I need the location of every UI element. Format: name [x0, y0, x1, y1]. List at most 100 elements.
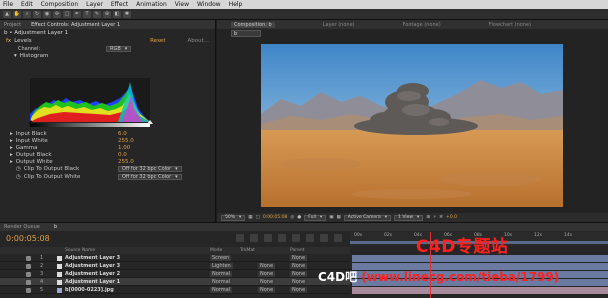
- brush-tool-icon[interactable]: ✎: [93, 10, 101, 18]
- tab-layer[interactable]: Layer (none): [323, 22, 355, 28]
- about-link[interactable]: About...: [187, 38, 209, 44]
- grid-icon[interactable]: ▦: [248, 215, 252, 220]
- visibility-icon[interactable]: [26, 263, 31, 269]
- channel-icon[interactable]: ●: [297, 215, 301, 220]
- parent-header[interactable]: Parent: [290, 248, 304, 253]
- clone-tool-icon[interactable]: ⊕: [103, 10, 111, 18]
- menu-animation[interactable]: Animation: [136, 1, 167, 8]
- param-value[interactable]: 6.0: [118, 131, 127, 137]
- channel-select[interactable]: RGB ▾: [106, 45, 132, 52]
- parent-select[interactable]: None: [290, 279, 308, 285]
- layer-row[interactable]: 4 Adjustment Layer 1 Normal None None: [0, 278, 350, 286]
- flowchart-icon[interactable]: ⊞: [426, 215, 430, 220]
- transparency-icon[interactable]: ▩: [337, 215, 341, 220]
- layer-row[interactable]: 5 b[0000-0223].jpg Normal None None: [0, 286, 350, 294]
- layer-name[interactable]: Adjustment Layer 1: [65, 279, 120, 285]
- layer-duration-bar[interactable]: [352, 287, 608, 294]
- trkmat-select[interactable]: None: [258, 287, 276, 293]
- param-value[interactable]: 1.00: [118, 145, 130, 151]
- source-name-header[interactable]: Source Name: [65, 248, 95, 253]
- menu-effect[interactable]: Effect: [111, 1, 128, 8]
- blend-mode-select[interactable]: Normal: [210, 287, 233, 293]
- histogram-expand-icon[interactable]: ▾: [14, 53, 17, 59]
- fast-preview-icon[interactable]: ⚡: [433, 215, 436, 220]
- draft-3d-icon[interactable]: [250, 234, 258, 242]
- text-tool-icon[interactable]: T: [83, 10, 91, 18]
- brainstorm-icon[interactable]: [306, 234, 314, 242]
- parent-select[interactable]: None: [290, 255, 308, 261]
- layer-row[interactable]: 1 Adjustment Layer 3 Screen None: [0, 254, 350, 262]
- input-white-handle-icon[interactable]: [147, 120, 153, 124]
- layer-row[interactable]: 3 Adjustment Layer 2 Normal None None: [0, 270, 350, 278]
- layer-name[interactable]: Adjustment Layer 2: [65, 271, 120, 277]
- composition-viewer[interactable]: [261, 44, 563, 207]
- stopwatch-icon[interactable]: ◷: [16, 166, 21, 172]
- parent-select[interactable]: None: [290, 271, 308, 277]
- pan-behind-tool-icon[interactable]: ✣: [53, 10, 61, 18]
- comp-mini-flowchart-icon[interactable]: [236, 234, 244, 242]
- composition-selector[interactable]: b: [231, 30, 261, 37]
- menu-view[interactable]: View: [175, 1, 189, 8]
- motion-blur-icon[interactable]: [292, 234, 300, 242]
- blend-mode-select[interactable]: Screen: [210, 255, 232, 261]
- blend-mode-select[interactable]: Normal: [210, 271, 233, 277]
- trkmat-select[interactable]: None: [258, 271, 276, 277]
- param-output-white[interactable]: ▸ Output White 255.0: [10, 158, 210, 165]
- eraser-tool-icon[interactable]: ◧: [113, 10, 121, 18]
- visibility-icon[interactable]: [26, 287, 31, 293]
- expand-arrow-icon[interactable]: ▸: [10, 138, 13, 144]
- param-value[interactable]: 255.0: [118, 159, 134, 165]
- zoom-select[interactable]: 50% ▾: [221, 214, 246, 221]
- mask-tool-icon[interactable]: □: [63, 10, 71, 18]
- exposure-icon[interactable]: ✲: [439, 215, 443, 220]
- param-value[interactable]: 0.0: [118, 152, 127, 158]
- tab-render-queue[interactable]: Render Queue: [4, 224, 40, 230]
- viewer-timecode[interactable]: 0:00:05:08: [263, 215, 288, 220]
- trkmat-header[interactable]: TrkMat: [240, 248, 255, 253]
- expand-arrow-icon[interactable]: ▸: [10, 145, 13, 151]
- blend-mode-select[interactable]: Lighten: [210, 263, 233, 269]
- layer-name[interactable]: b[0000-0223].jpg: [65, 287, 114, 293]
- rotate-tool-icon[interactable]: ↻: [33, 10, 41, 18]
- pen-tool-icon[interactable]: ✒: [73, 10, 81, 18]
- resolution-select[interactable]: Full ▾: [304, 214, 327, 221]
- reset-button[interactable]: Reset: [150, 38, 165, 44]
- menu-composition[interactable]: Composition: [41, 1, 78, 8]
- tab-project[interactable]: Project: [4, 22, 21, 28]
- expand-arrow-icon[interactable]: ▸: [10, 159, 13, 165]
- tab-footage[interactable]: Footage (none): [403, 22, 441, 28]
- menu-help[interactable]: Help: [229, 1, 243, 8]
- graph-editor-icon[interactable]: [334, 234, 342, 242]
- exposure-value[interactable]: +0.0: [446, 215, 457, 220]
- snapshot-icon[interactable]: ◎: [290, 215, 294, 220]
- layer-name[interactable]: Adjustment Layer 3: [65, 255, 120, 261]
- auto-keyframe-icon[interactable]: [320, 234, 328, 242]
- trkmat-select[interactable]: None: [258, 279, 276, 285]
- hand-tool-icon[interactable]: ✋: [13, 10, 21, 18]
- selection-tool-icon[interactable]: ▲: [3, 10, 11, 18]
- menu-edit[interactable]: Edit: [21, 1, 33, 8]
- levels-effect-row[interactable]: fx Levels Reset About...: [0, 37, 215, 45]
- puppet-tool-icon[interactable]: ✱: [123, 10, 131, 18]
- frame-blending-icon[interactable]: [278, 234, 286, 242]
- blend-mode-select[interactable]: Normal: [210, 279, 233, 285]
- tab-flowchart[interactable]: Flowchart (none): [489, 22, 531, 28]
- param-input-white[interactable]: ▸ Input White 255.0: [10, 137, 210, 144]
- trkmat-select[interactable]: None: [258, 263, 276, 269]
- timeline-timecode[interactable]: 0:00:05:08: [6, 234, 50, 243]
- tab-comp-b[interactable]: b: [54, 224, 57, 230]
- input-black-handle-icon[interactable]: [28, 120, 34, 124]
- layer-name[interactable]: Adjustment Layer 3: [65, 263, 120, 269]
- clip-black-select[interactable]: Off for 32 bpc Color ▾: [118, 165, 182, 172]
- param-output-black[interactable]: ▸ Output Black 0.0: [10, 151, 210, 158]
- menu-layer[interactable]: Layer: [86, 1, 103, 8]
- clip-white-select[interactable]: Off for 32 bpc Color ▾: [118, 173, 182, 180]
- param-gamma[interactable]: ▸ Gamma 1.00: [10, 144, 210, 151]
- layer-row[interactable]: 2 Adjustment Layer 3 Lighten None None: [0, 262, 350, 270]
- param-input-black[interactable]: ▸ Input Black 6.0: [10, 130, 210, 137]
- tab-effect-controls[interactable]: Effect Controls: Adjustment Layer 1: [31, 22, 120, 28]
- mask-toggle-icon[interactable]: ▢: [256, 215, 260, 220]
- stopwatch-icon[interactable]: ◷: [16, 174, 21, 180]
- camera-tool-icon[interactable]: ◉: [43, 10, 51, 18]
- histogram-display[interactable]: [30, 78, 150, 122]
